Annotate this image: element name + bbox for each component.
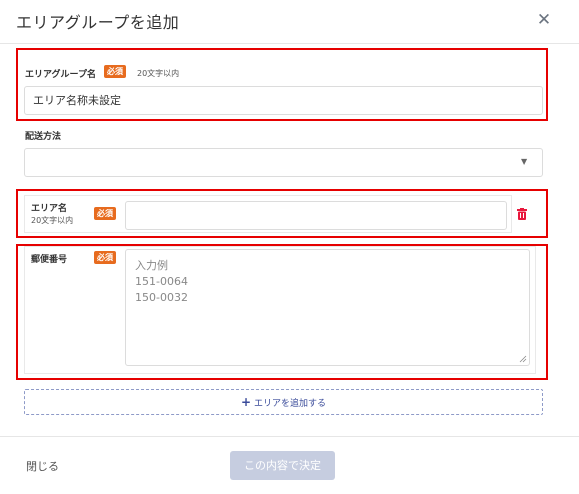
required-badge: 必須 <box>104 65 126 78</box>
close-icon[interactable]: ✕ <box>536 11 552 29</box>
add-area-label: エリアを追加する <box>254 399 327 409</box>
required-badge: 必須 <box>94 251 116 264</box>
area-name-input[interactable] <box>125 201 507 230</box>
group-name-label: エリアグループ名 <box>25 70 97 80</box>
add-area-button[interactable]: + エリアを追加する <box>24 389 543 415</box>
chevron-down-icon[interactable]: ▼ <box>521 157 527 166</box>
close-button[interactable]: 閉じる <box>26 458 59 474</box>
required-badge: 必須 <box>94 207 116 220</box>
placeholder-line: 入力例 <box>135 259 168 272</box>
group-name-input[interactable]: エリア名称未設定 <box>24 86 543 115</box>
group-name-hint: 20文字以内 <box>137 69 180 78</box>
area-name-hint: 20文字以内 <box>31 216 74 225</box>
placeholder-line: 150-0032 <box>135 291 188 304</box>
delivery-method-label: 配送方法 <box>25 132 62 142</box>
trash-icon[interactable] <box>517 208 527 220</box>
resize-handle-icon[interactable] <box>519 355 527 363</box>
delivery-method-select[interactable] <box>24 148 543 177</box>
modal-header: エリアグループを追加 ✕ <box>0 0 579 44</box>
plus-icon: + <box>240 395 252 409</box>
placeholder-line: 151-0064 <box>135 275 188 288</box>
postal-code-label: 郵便番号 <box>31 255 68 265</box>
submit-button[interactable]: この内容で決定 <box>230 451 335 480</box>
area-name-label: エリア名 <box>31 204 68 214</box>
modal-title: エリアグループを追加 <box>16 13 180 32</box>
postal-code-textarea[interactable]: 入力例 151-0064 150-0032 <box>125 249 530 366</box>
